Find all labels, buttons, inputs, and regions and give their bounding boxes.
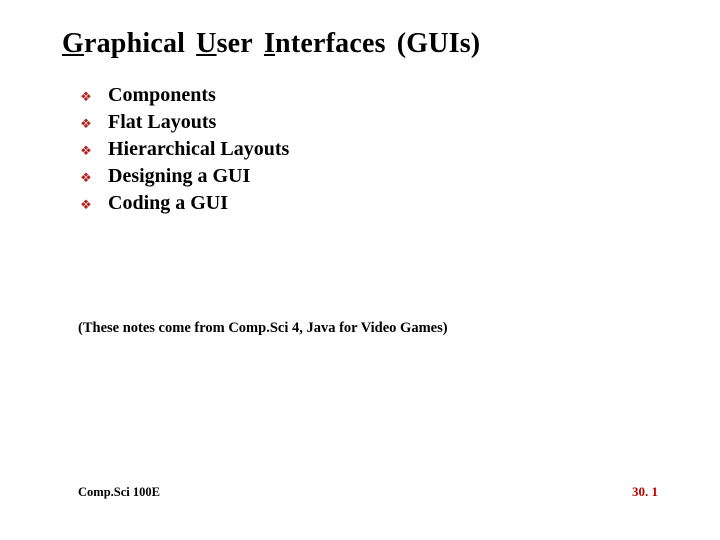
bullet-label: Coding a GUI [108,192,228,215]
list-item: ❖ Coding a GUI [80,192,658,217]
title-word-4: (GUIs) [397,28,481,60]
bullet-label: Designing a GUI [108,165,250,188]
bullet-label: Hierarchical Layouts [108,138,289,161]
slide: Graphical User Interfaces (GUIs) ❖ Compo… [0,0,720,540]
list-item: ❖ Designing a GUI [80,165,658,190]
title-word-1: Graphical [62,28,185,60]
footer-page-number: 30. 1 [632,484,658,500]
diamond-bullet-icon: ❖ [80,193,92,217]
bullet-list: ❖ Components ❖ Flat Layouts ❖ Hierarchic… [80,84,658,217]
title-word-2: User [196,28,253,60]
slide-title: Graphical User Interfaces (GUIs) [62,28,658,60]
diamond-bullet-icon: ❖ [80,166,92,190]
footer-left: Comp.Sci 100E [78,485,160,500]
diamond-bullet-icon: ❖ [80,139,92,163]
list-item: ❖ Components [80,84,658,109]
list-item: ❖ Flat Layouts [80,111,658,136]
subnote: (These notes come from Comp.Sci 4, Java … [78,320,448,337]
title-word-3: Interfaces [264,28,386,60]
diamond-bullet-icon: ❖ [80,85,92,109]
diamond-bullet-icon: ❖ [80,112,92,136]
bullet-label: Components [108,84,216,107]
list-item: ❖ Hierarchical Layouts [80,138,658,163]
bullet-label: Flat Layouts [108,111,216,134]
